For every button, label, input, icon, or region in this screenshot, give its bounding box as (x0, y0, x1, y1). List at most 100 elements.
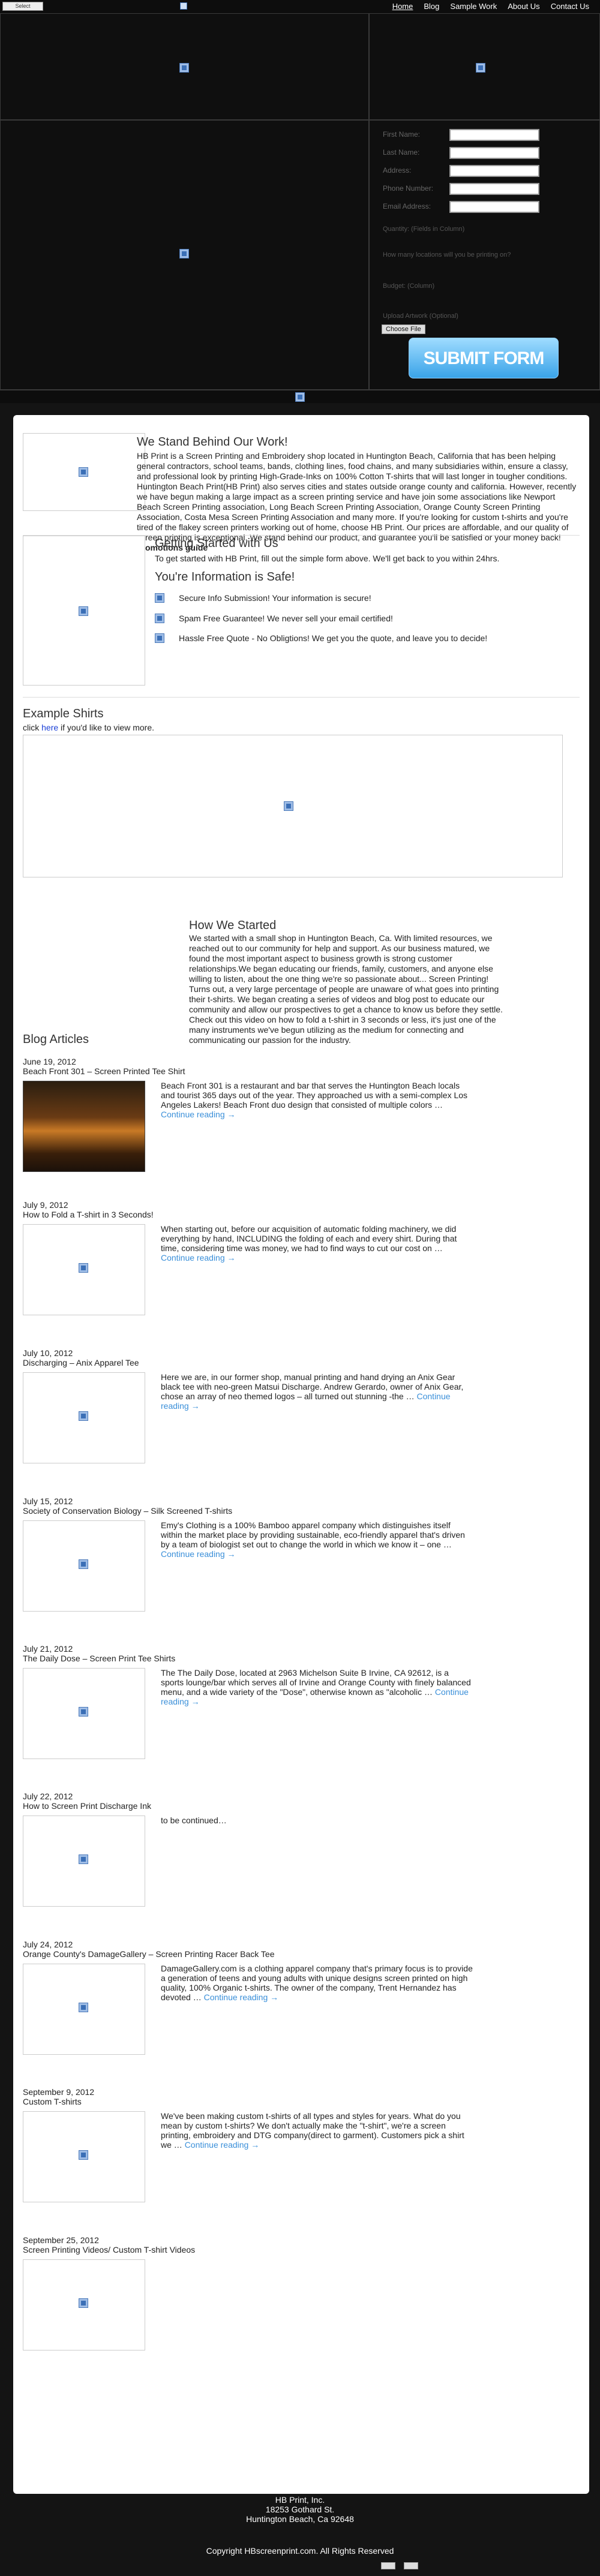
language-selector[interactable]: Select (2, 2, 43, 11)
budget-label: Budget: (Column) (383, 282, 435, 290)
choose-file-button[interactable]: Choose File (382, 324, 425, 334)
nav-contact-us[interactable]: Contact Us (551, 2, 589, 11)
post-title[interactable]: The Daily Dose – Screen Print Tee Shirts (23, 1654, 580, 1663)
getting-started-title: Getting Started with Us (155, 537, 278, 550)
footer-line: 18253 Gothard St. (265, 2505, 335, 2514)
submit-form-button[interactable]: SUBMIT FORM (409, 338, 559, 378)
blog-post: July 21, 2012 The Daily Dose – Screen Pr… (23, 1644, 580, 1759)
example-shirts-section: Example Shirts click here if you'd like … (23, 697, 580, 895)
blog-post: September 25, 2012 Screen Printing Video… (23, 2235, 580, 2350)
post-title[interactable]: Screen Printing Videos/ Custom T-shirt V… (23, 2245, 580, 2255)
post-thumbnail[interactable] (23, 1964, 145, 2055)
post-thumbnail[interactable] (23, 1224, 145, 1315)
post-thumbnail[interactable] (23, 2259, 145, 2350)
example-prefix: click (23, 723, 40, 732)
nav-blog[interactable]: Blog (424, 2, 439, 11)
last-name-input[interactable] (449, 147, 539, 159)
post-excerpt-text: Emy's Clothing is a 100% Bamboo apparel … (161, 1520, 465, 1549)
post-thumbnail[interactable] (23, 1081, 145, 1172)
post-thumbnail[interactable] (23, 1815, 145, 1907)
quote-form: First Name: Last Name: Address: Phone Nu… (369, 120, 600, 390)
blog-post: July 10, 2012 Discharging – Anix Apparel… (23, 1348, 580, 1463)
main-content: We Stand Behind Our Work! HB Print is a … (13, 415, 589, 2494)
nav-sample-work[interactable]: Sample Work (450, 2, 497, 11)
how-we-started-section: How We Started We started with a small s… (23, 913, 580, 1045)
image-placeholder-icon (79, 606, 88, 616)
footer-line: Huntington Beach, Ca 92648 (246, 2514, 354, 2524)
post-thumbnail[interactable] (23, 2111, 145, 2202)
address-label: Address: (383, 166, 412, 175)
blog-post: July 9, 2012 How to Fold a T-shirt in 3 … (23, 1200, 580, 1315)
example-shirts-gallery[interactable] (23, 735, 563, 877)
footer-address: HB Print, Inc. 18253 Gothard St. Hunting… (0, 2495, 600, 2524)
continue-reading-link[interactable]: Continue reading → (185, 2140, 260, 2150)
post-excerpt: Beach Front 301 is a restaurant and bar … (161, 1081, 473, 1119)
post-date: July 10, 2012 (23, 1348, 73, 1358)
nav-home[interactable]: Home (392, 2, 413, 11)
getting-started-intro: To get started with HB Print, fill out t… (155, 554, 500, 563)
email-input[interactable] (449, 201, 539, 213)
social-icon[interactable] (404, 2562, 418, 2569)
footer-icons (381, 2562, 418, 2569)
post-excerpt: Emy's Clothing is a 100% Bamboo apparel … (161, 1520, 473, 1559)
post-thumbnail[interactable] (23, 1372, 145, 1463)
how-we-started-body: We started with a small shop in Huntingt… (189, 933, 503, 1045)
image-placeholder-icon (79, 2298, 88, 2308)
email-label: Email Address: (383, 202, 431, 211)
nav-about-us[interactable]: About Us (508, 2, 539, 11)
image-placeholder-icon (79, 1263, 88, 1273)
post-date: July 9, 2012 (23, 1200, 68, 1210)
banner-bottom-bar (0, 390, 600, 403)
post-title[interactable]: Orange County's DamageGallery – Screen P… (23, 1949, 580, 1959)
footer-line: HB Print, Inc. (275, 2495, 325, 2505)
check-icon (155, 633, 164, 643)
post-excerpt-text: The The Daily Dose, located at 2963 Mich… (161, 1668, 471, 1697)
main-nav: Home Blog Sample Work About Us Contact U… (392, 2, 589, 11)
image-placeholder-icon (79, 2150, 88, 2160)
post-thumbnail[interactable] (23, 1520, 145, 1612)
continue-reading-link[interactable]: Continue reading → (161, 1110, 236, 1119)
post-excerpt-text: Beach Front 301 is a restaurant and bar … (161, 1081, 468, 1110)
post-excerpt-text: to be continued… (161, 1815, 227, 1825)
blog-title: Blog Articles (23, 1033, 89, 1046)
post-title[interactable]: Discharging – Anix Apparel Tee (23, 1358, 580, 1367)
image-placeholder-icon (295, 392, 305, 402)
social-icon[interactable] (381, 2562, 395, 2569)
post-date: July 15, 2012 (23, 1496, 73, 1506)
lock-icon (155, 593, 164, 603)
blog-post: July 15, 2012 Society of Conservation Bi… (23, 1496, 580, 1612)
last-name-label: Last Name: (383, 148, 420, 157)
blog-post: July 24, 2012 Orange County's DamageGall… (23, 1940, 580, 2055)
post-excerpt: to be continued… (161, 1815, 473, 1825)
hero-image (0, 120, 369, 390)
continue-reading-link[interactable]: Continue reading → (161, 1549, 236, 1559)
phone-input[interactable] (449, 183, 539, 195)
post-title[interactable]: How to Fold a T-shirt in 3 Seconds! (23, 1210, 580, 1219)
getting-started-image (23, 536, 145, 686)
continue-reading-link[interactable]: Continue reading → (204, 1992, 279, 2002)
locations-label: How many locations will you be printing … (383, 251, 511, 258)
stand-title: We Stand Behind Our Work! (137, 435, 288, 449)
post-excerpt: The The Daily Dose, located at 2963 Mich… (161, 1668, 473, 1706)
continue-reading-link[interactable]: Continue reading → (161, 1253, 236, 1263)
safe-item-1: Secure Info Submission! Your information… (179, 593, 371, 603)
post-title[interactable]: Custom T-shirts (23, 2097, 580, 2106)
phone-label: Phone Number: (383, 184, 434, 193)
post-title[interactable]: How to Screen Print Discharge Ink (23, 1801, 580, 1811)
post-thumbnail[interactable] (23, 1668, 145, 1759)
how-we-started-title: How We Started (189, 919, 277, 932)
post-excerpt-text: When starting out, before our acquisitio… (161, 1224, 457, 1253)
address-input[interactable] (449, 165, 539, 177)
post-excerpt: We've been making custom t-shirts of all… (161, 2111, 473, 2150)
image-placeholder-icon (284, 801, 293, 811)
post-date: July 24, 2012 (23, 1940, 73, 1949)
top-bar: Select Home Blog Sample Work About Us Co… (0, 0, 600, 13)
post-title[interactable]: Society of Conservation Biology – Silk S… (23, 1506, 580, 1516)
stand-image (23, 433, 145, 511)
image-placeholder-icon (476, 63, 485, 73)
first-name-input[interactable] (449, 129, 539, 141)
post-title[interactable]: Beach Front 301 – Screen Printed Tee Shi… (23, 1066, 580, 1076)
safe-item-3: Hassle Free Quote - No Obligtions! We ge… (179, 633, 488, 643)
example-here-link[interactable]: here (41, 723, 58, 732)
blog-post: September 9, 2012 Custom T-shirts We've … (23, 2087, 580, 2202)
